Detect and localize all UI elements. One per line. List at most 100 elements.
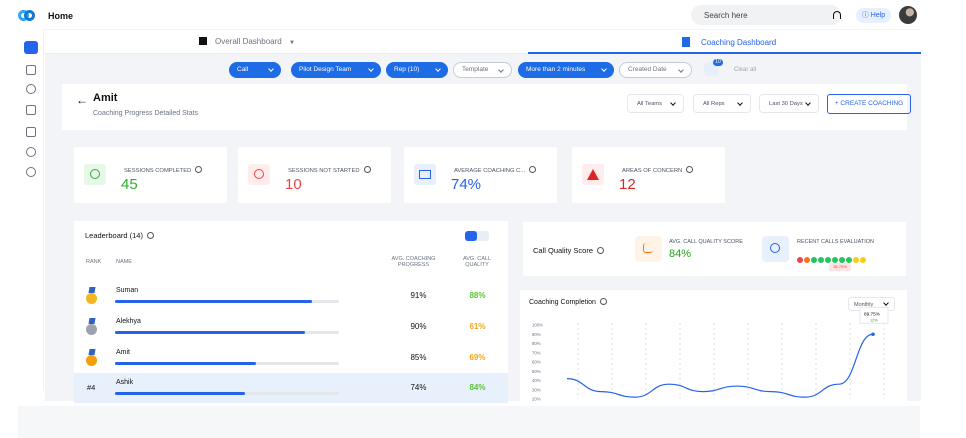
table-row[interactable]: Alekhya 90% 61% (74, 312, 508, 342)
filter-call[interactable]: Call (229, 62, 281, 78)
call-quality-title: Call Quality Score (533, 246, 605, 255)
y-tick-label: 70% (532, 350, 541, 355)
tooltip-value: 89.75% (864, 311, 880, 316)
profile-name: Amit (93, 92, 118, 104)
gold-medal-icon (86, 287, 98, 304)
right-margin (921, 0, 966, 438)
users-icon[interactable] (26, 147, 36, 157)
progress-fill (115, 300, 313, 303)
column-header-call-quality: AVG. CALL QUALITY (462, 256, 492, 268)
highlight-point[interactable] (871, 332, 875, 337)
filter-duration[interactable]: More than 2 minutes (518, 62, 614, 78)
y-tick-label: 30% (532, 387, 541, 392)
filter-template[interactable]: Template (453, 62, 512, 78)
stat-label: SESSIONS COMPLETED (124, 166, 203, 174)
filter-team[interactable]: Pilot Design Team (291, 62, 381, 78)
progress-bar (115, 392, 339, 395)
tooltip-change: 12% (870, 318, 878, 322)
filter-created-date[interactable]: Created Date (619, 62, 692, 78)
silver-medal-icon (86, 318, 98, 335)
dashboard-tabs: Overall Dashboard ▼ Coaching Dashboard (45, 30, 965, 54)
info-icon[interactable] (597, 247, 605, 254)
clear-all-link[interactable]: Clear all (734, 67, 756, 73)
coaching-progress-value: 91% (410, 291, 427, 300)
progress-fill (115, 392, 245, 395)
coaching-completion-card: Coaching Completion Monthly 100% 90% 80% 70… (520, 290, 907, 401)
team-icon[interactable] (26, 84, 36, 94)
table-row[interactable]: Amit 85% 69% (74, 343, 508, 373)
evaluation-dot[interactable] (818, 257, 824, 263)
table-view-icon[interactable] (465, 231, 477, 241)
call-quality-value: 88% (469, 291, 486, 300)
chevron-down-icon (678, 67, 684, 73)
coaching-icon[interactable] (26, 105, 36, 115)
recent-calls-label: RECENT CALLS EVALUATION (797, 239, 875, 245)
table-row[interactable]: Suman 91% 88% (74, 281, 508, 311)
coaching-icon (682, 37, 690, 47)
column-header-name: NAME (116, 259, 132, 265)
notifications-icon[interactable] (833, 11, 841, 19)
avg-call-quality-label: AVG. CALL QUALITY SCORE (669, 239, 743, 245)
y-tick-label: 50% (532, 369, 541, 374)
coaching-completion-chart: 100% 90% 80% 70% 60% 50% 40% 30% 20% 89.75% 12% (532, 306, 889, 401)
avatar[interactable] (899, 6, 917, 24)
evaluation-dot[interactable] (853, 257, 859, 263)
settings-icon[interactable] (26, 167, 36, 177)
tab-coaching-dashboard[interactable]: Coaching Dashboard (682, 37, 776, 47)
stat-card-sessions-completed: SESSIONS COMPLETED 45 (74, 147, 227, 203)
call-quality-value: 84% (469, 383, 486, 392)
tab-overall-dashboard[interactable]: Overall Dashboard ▼ (199, 37, 295, 46)
column-header-coaching-progress: AVG. COACHING PROGRESS (391, 256, 436, 268)
stat-value: 12 (619, 176, 636, 193)
info-icon[interactable] (195, 166, 203, 173)
stat-card-sessions-not-started: SESSIONS NOT STARTED 10 (238, 147, 391, 203)
evaluation-dot[interactable] (860, 257, 866, 263)
y-tick-label: 90% (532, 332, 541, 337)
library-icon[interactable] (26, 127, 36, 137)
chart-table-toggle[interactable] (465, 231, 489, 241)
back-arrow-icon[interactable]: ← (76, 93, 88, 107)
active-tab-indicator (528, 52, 965, 54)
top-bar: Home Search here ⓘ Help (18, 4, 920, 28)
row-name: Suman (116, 287, 139, 294)
blocked-icon (248, 164, 270, 185)
coaching-progress-value: 90% (410, 322, 427, 331)
profile-subtitle: Coaching Progress Detailed Stats (93, 110, 199, 117)
table-row[interactable]: #4 Ashik 74% 84% (74, 373, 508, 403)
info-icon[interactable] (686, 166, 694, 173)
search-input[interactable]: Search here (691, 5, 841, 25)
chevron-down-icon (435, 66, 441, 72)
evaluation-dot[interactable] (797, 257, 803, 263)
bottom-placeholder-bar (18, 406, 920, 438)
info-icon: ⓘ (861, 12, 869, 19)
stat-card-areas-of-concern: AREAS OF CONCERN 12 (572, 147, 725, 203)
filter-count-badge: 10 (713, 59, 723, 66)
home-icon[interactable] (24, 41, 38, 54)
avg-call-quality-value: 84% (669, 248, 692, 260)
book-icon (414, 164, 436, 185)
info-icon[interactable] (363, 166, 371, 173)
stat-value: 45 (121, 176, 138, 193)
team-select[interactable]: All Teams (627, 94, 684, 113)
call-quality-value: 61% (469, 322, 486, 331)
evaluation-dot[interactable] (804, 257, 810, 263)
create-coaching-button[interactable]: + CREATE COACHING (827, 94, 911, 114)
progress-bar (115, 300, 339, 303)
progress-fill (115, 331, 306, 334)
stat-value: 10 (285, 176, 302, 193)
left-sidebar (18, 29, 44, 389)
progress-fill (115, 362, 257, 365)
evaluation-dot[interactable] (811, 257, 817, 263)
stat-card-average-coaching: AVERAGE COACHING C... 74% (404, 147, 557, 203)
filter-rep[interactable]: Rep (10) (386, 62, 448, 78)
info-icon[interactable] (146, 232, 154, 239)
help-button[interactable]: ⓘ Help (856, 8, 891, 23)
y-tick-label: 80% (532, 341, 541, 346)
date-range-select[interactable]: Last 30 Days (759, 94, 819, 113)
stat-label: AVERAGE COACHING C... (454, 166, 537, 174)
chat-icon[interactable] (26, 65, 36, 75)
info-icon[interactable] (529, 166, 537, 173)
chevron-down-icon (268, 66, 274, 72)
rep-select[interactable]: All Reps (693, 94, 751, 113)
rank-number: #4 (87, 383, 96, 392)
